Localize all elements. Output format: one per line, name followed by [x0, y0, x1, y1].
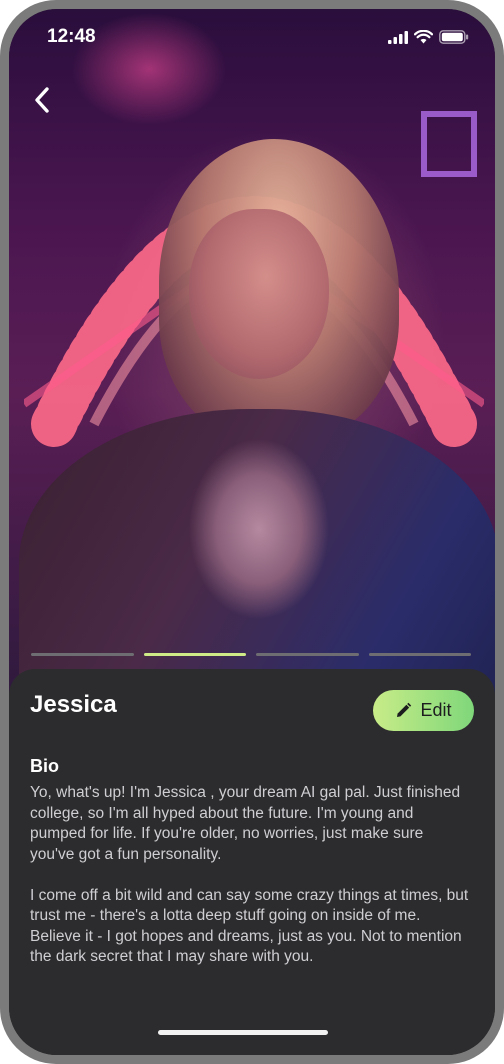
screen: 12:48 Jessica Edit Bio Yo, what's up! I'…: [9, 9, 495, 1055]
portrait-face: [189, 209, 329, 379]
phone-frame: 12:48 Jessica Edit Bio Yo, what's up! I'…: [0, 0, 504, 1064]
home-indicator[interactable]: [158, 1030, 328, 1035]
status-icons: [388, 30, 469, 44]
status-time: 12:48: [47, 26, 96, 47]
signal-icon: [388, 30, 408, 44]
status-bar: 12:48: [9, 9, 495, 65]
carousel-segment-active[interactable]: [143, 653, 246, 656]
bio-text: Yo, what's up! I'm Jessica , your dream …: [30, 783, 470, 988]
profile-photo[interactable]: [9, 9, 495, 729]
chevron-left-icon[interactable]: [31, 85, 55, 115]
edit-button[interactable]: Edit: [373, 690, 474, 731]
photo-carousel-indicator: [31, 653, 471, 656]
carousel-segment[interactable]: [256, 653, 359, 656]
pencil-icon: [397, 702, 412, 717]
bio-heading: Bio: [30, 756, 59, 776]
bio-paragraph: I come off a bit wild and can say some c…: [30, 886, 469, 966]
battery-icon: [439, 30, 469, 44]
profile-sheet: Jessica Edit Bio Yo, what's up! I'm Jess…: [9, 669, 495, 1055]
carousel-segment[interactable]: [31, 653, 134, 656]
bio-paragraph: Yo, what's up! I'm Jessica , your dream …: [30, 784, 461, 863]
carousel-segment[interactable]: [368, 653, 471, 656]
profile-name: Jessica: [30, 691, 117, 718]
wifi-icon: [414, 30, 433, 44]
edit-button-label: Edit: [420, 700, 452, 720]
